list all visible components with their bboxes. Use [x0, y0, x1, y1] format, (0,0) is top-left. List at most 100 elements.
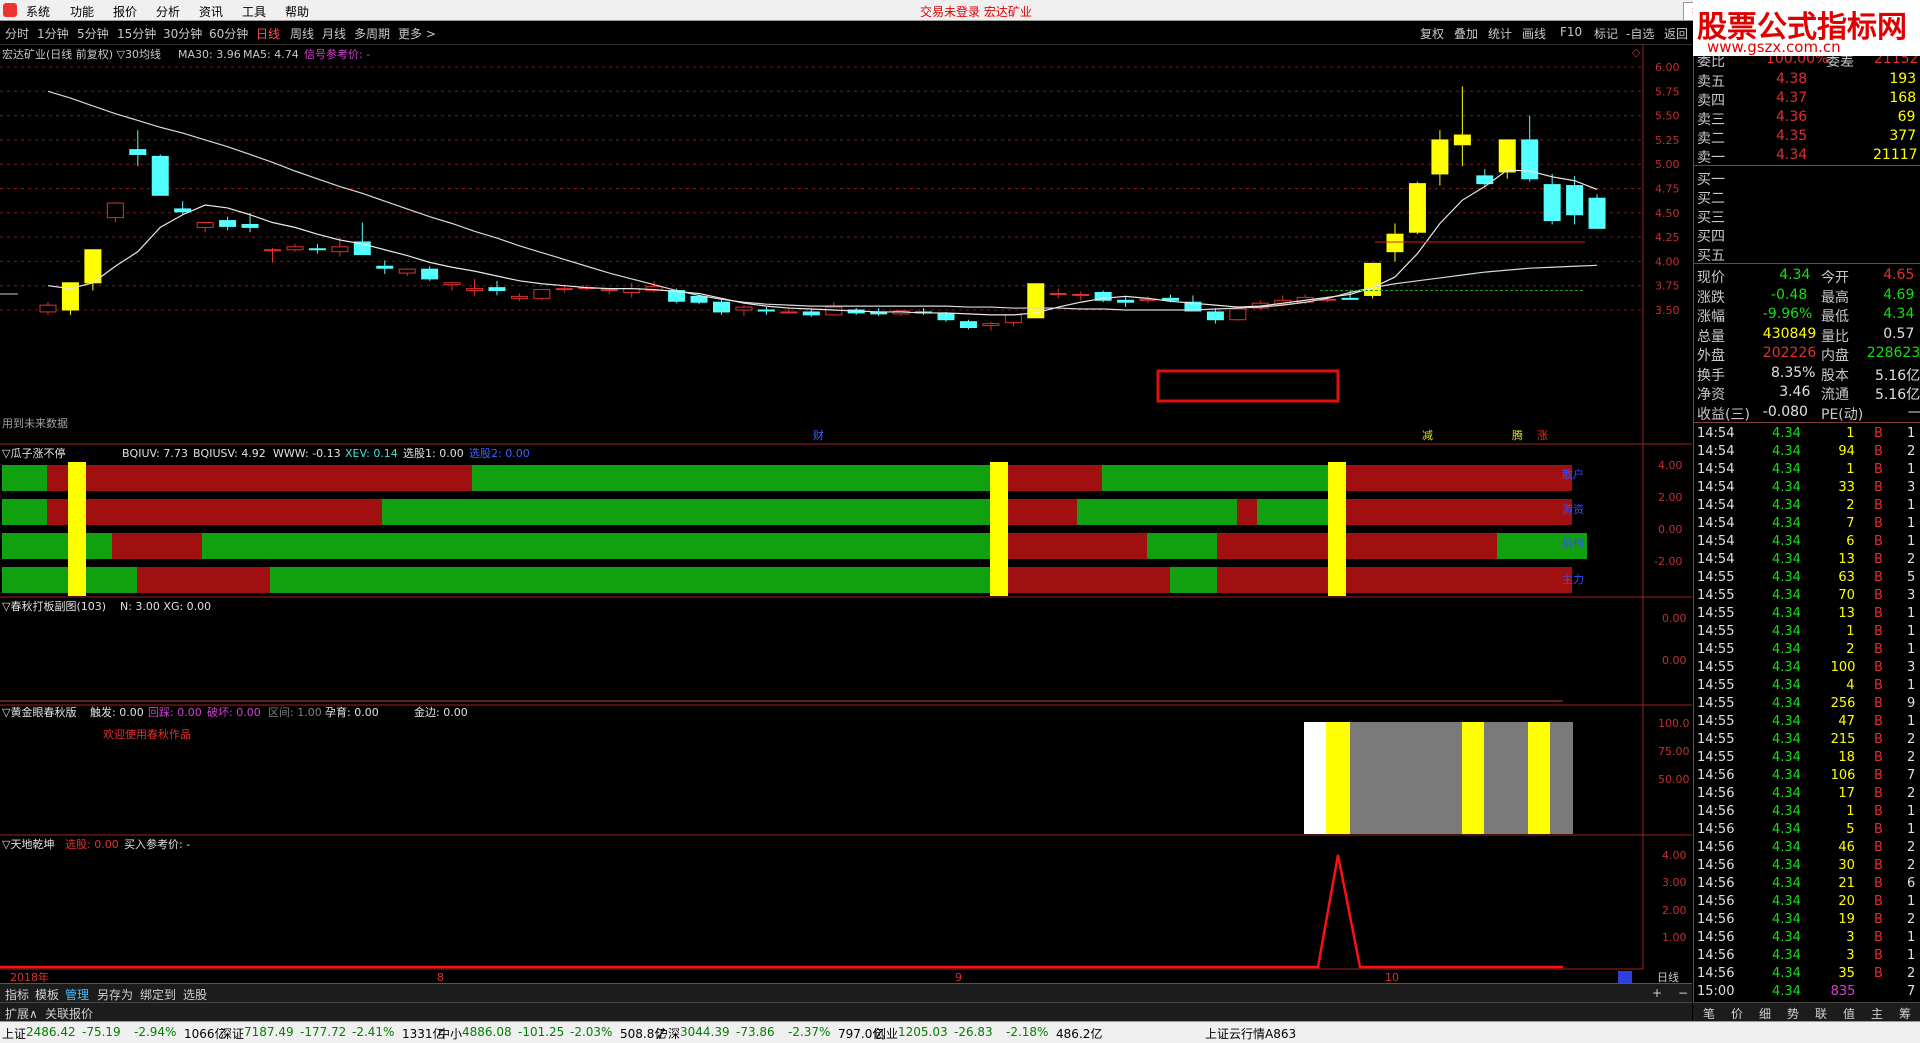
stat-row[interactable]: 净资 3.46 流通 5.16亿 [1694, 383, 1920, 403]
tick-row[interactable]: 14:56 4.34 30 B 2 [1694, 857, 1920, 875]
stat-label2: 今开 [1821, 270, 1849, 286]
rtab-value[interactable]: 值 [1843, 1005, 1855, 1022]
tab-bindto[interactable]: 绑定到 [140, 986, 176, 1003]
tick-row[interactable]: 14:55 4.34 256 B 9 [1694, 695, 1920, 713]
tick-row[interactable]: 15:00 4.34 835 7 [1694, 983, 1920, 1001]
period-more[interactable]: 更多 > [398, 25, 436, 42]
stat-row[interactable]: 外盘 202226 内盘 228623 [1694, 344, 1920, 364]
bid-row[interactable]: 买四 [1694, 225, 1920, 245]
tab-extend[interactable]: 扩展∧ [5, 1005, 38, 1022]
ask-row[interactable]: 卖五 4.38 193 [1694, 70, 1920, 90]
rtab-tick[interactable]: 笔 [1703, 1005, 1715, 1022]
menu-tools[interactable]: 工具 [242, 3, 266, 20]
tick-row[interactable]: 14:54 4.34 6 B 1 [1694, 533, 1920, 551]
menu-analysis[interactable]: 分析 [156, 3, 180, 20]
stat-row[interactable]: 涨幅 -9.96% 最低 4.34 [1694, 305, 1920, 325]
menu-help[interactable]: 帮助 [285, 3, 309, 20]
tick-row[interactable]: 14:56 4.34 1 B 1 [1694, 803, 1920, 821]
tab-template[interactable]: 模板 [35, 986, 59, 1003]
rtab-trend[interactable]: 势 [1787, 1005, 1799, 1022]
btn-overlay[interactable]: 叠加 [1454, 25, 1478, 42]
rtab-detail[interactable]: 细 [1759, 1005, 1771, 1022]
period-1min[interactable]: 1分钟 [37, 25, 69, 42]
tick-row[interactable]: 14:55 4.34 70 B 3 [1694, 587, 1920, 605]
period-weekly[interactable]: 周线 [290, 25, 314, 42]
ask-row[interactable]: 卖二 4.35 377 [1694, 127, 1920, 147]
ask-row[interactable]: 卖一 4.34 21117 [1694, 146, 1920, 166]
tick-row[interactable]: 14:56 4.34 20 B 1 [1694, 893, 1920, 911]
tick-row[interactable]: 14:55 4.34 215 B 2 [1694, 731, 1920, 749]
bid-row[interactable]: 买二 [1694, 187, 1920, 207]
bid-row[interactable]: 买三 [1694, 206, 1920, 226]
bid-row[interactable]: 买一 [1694, 168, 1920, 188]
tick-row[interactable]: 14:56 4.34 19 B 2 [1694, 911, 1920, 929]
chart-area[interactable]: 宏达矿业(日线 前复权) ▽30均线 MA30: 3.96 MA5: 4.74 … [0, 44, 1692, 983]
btn-mark[interactable]: 标记 [1594, 25, 1618, 42]
period-30min[interactable]: 30分钟 [163, 25, 202, 42]
tick-row[interactable]: 14:56 4.34 106 B 7 [1694, 767, 1920, 785]
zoom-out-icon[interactable]: − [1678, 986, 1688, 1000]
period-15min[interactable]: 15分钟 [117, 25, 156, 42]
tick-row[interactable]: 14:55 4.34 2 B 1 [1694, 641, 1920, 659]
tick-row[interactable]: 14:55 4.34 13 B 1 [1694, 605, 1920, 623]
rtab-link[interactable]: 联 [1815, 1005, 1827, 1022]
stat-row[interactable]: 收益(三) -0.080 PE(动) — [1694, 403, 1920, 423]
tab-saveas[interactable]: 另存为 [97, 986, 133, 1003]
tick-row[interactable]: 14:54 4.34 13 B 2 [1694, 551, 1920, 569]
stat-row[interactable]: 现价 4.34 今开 4.65 [1694, 266, 1920, 286]
menu-system[interactable]: 系统 [26, 3, 50, 20]
btn-restore-rights[interactable]: 复权 [1420, 25, 1444, 42]
tick-row[interactable]: 14:54 4.34 7 B 1 [1694, 515, 1920, 533]
tab-related-quote[interactable]: 关联报价 [45, 1005, 93, 1022]
rtab-price[interactable]: 价 [1731, 1005, 1743, 1022]
diamond-icon[interactable]: ◇ [1632, 46, 1641, 59]
candle-body [735, 306, 753, 311]
tick-row[interactable]: 14:56 4.34 17 B 2 [1694, 785, 1920, 803]
stat-row[interactable]: 换手 8.35% 股本 5.16亿 [1694, 364, 1920, 384]
tick-row[interactable]: 14:55 4.34 1 B 1 [1694, 623, 1920, 641]
rtab-chips[interactable]: 筹 [1899, 1005, 1911, 1022]
login-status[interactable]: 交易未登录 宏达矿业 [920, 3, 1032, 20]
tick-row[interactable]: 14:56 4.34 35 B 2 [1694, 965, 1920, 983]
period-multi[interactable]: 多周期 [354, 25, 390, 42]
period-daily[interactable]: 日线 [256, 25, 280, 42]
tick-row[interactable]: 14:54 4.34 2 B 1 [1694, 497, 1920, 515]
btn-favorite[interactable]: -自选 [1626, 25, 1654, 42]
ask-row[interactable]: 卖四 4.37 168 [1694, 89, 1920, 109]
btn-f10[interactable]: F10 [1560, 25, 1582, 39]
btn-stats[interactable]: 统计 [1488, 25, 1512, 42]
tab-select[interactable]: 选股 [183, 986, 207, 1003]
period-monthly[interactable]: 月线 [322, 25, 346, 42]
scroll-thumb[interactable] [1618, 971, 1632, 983]
menu-quote[interactable]: 报价 [113, 3, 137, 20]
tick-row[interactable]: 14:56 4.34 3 B 1 [1694, 947, 1920, 965]
tick-row[interactable]: 14:55 4.34 4 B 1 [1694, 677, 1920, 695]
tab-indicator[interactable]: 指标 [5, 986, 29, 1003]
ask-row[interactable]: 卖三 4.36 69 [1694, 108, 1920, 128]
stat-row[interactable]: 总量 430849 量比 0.57 [1694, 325, 1920, 345]
tick-row[interactable]: 14:54 4.34 94 B 2 [1694, 443, 1920, 461]
btn-back[interactable]: 返回 [1664, 25, 1688, 42]
stat-row[interactable]: 涨跌 -0.48 最高 4.69 [1694, 286, 1920, 306]
tick-row[interactable]: 14:56 4.34 46 B 2 [1694, 839, 1920, 857]
btn-draw[interactable]: 画线 [1522, 25, 1546, 42]
zoom-in-icon[interactable]: + [1652, 986, 1662, 1000]
tick-row[interactable]: 14:55 4.34 18 B 2 [1694, 749, 1920, 767]
tick-row[interactable]: 14:54 4.34 1 B 1 [1694, 425, 1920, 443]
tick-row[interactable]: 14:54 4.34 33 B 3 [1694, 479, 1920, 497]
menu-function[interactable]: 功能 [70, 3, 94, 20]
period-fenshi[interactable]: 分时 [5, 25, 29, 42]
bid-row[interactable]: 买五 [1694, 244, 1920, 264]
period-5min[interactable]: 5分钟 [77, 25, 109, 42]
tick-row[interactable]: 14:55 4.34 47 B 1 [1694, 713, 1920, 731]
tab-manage[interactable]: 管理 [65, 986, 89, 1003]
tick-row[interactable]: 14:56 4.34 5 B 1 [1694, 821, 1920, 839]
period-60min[interactable]: 60分钟 [209, 25, 248, 42]
tick-row[interactable]: 14:56 4.34 21 B 6 [1694, 875, 1920, 893]
tick-row[interactable]: 14:56 4.34 3 B 1 [1694, 929, 1920, 947]
rtab-main[interactable]: 主 [1871, 1005, 1883, 1022]
tick-row[interactable]: 14:55 4.34 100 B 3 [1694, 659, 1920, 677]
tick-row[interactable]: 14:54 4.34 1 B 1 [1694, 461, 1920, 479]
menu-news[interactable]: 资讯 [199, 3, 223, 20]
tick-row[interactable]: 14:55 4.34 63 B 5 [1694, 569, 1920, 587]
